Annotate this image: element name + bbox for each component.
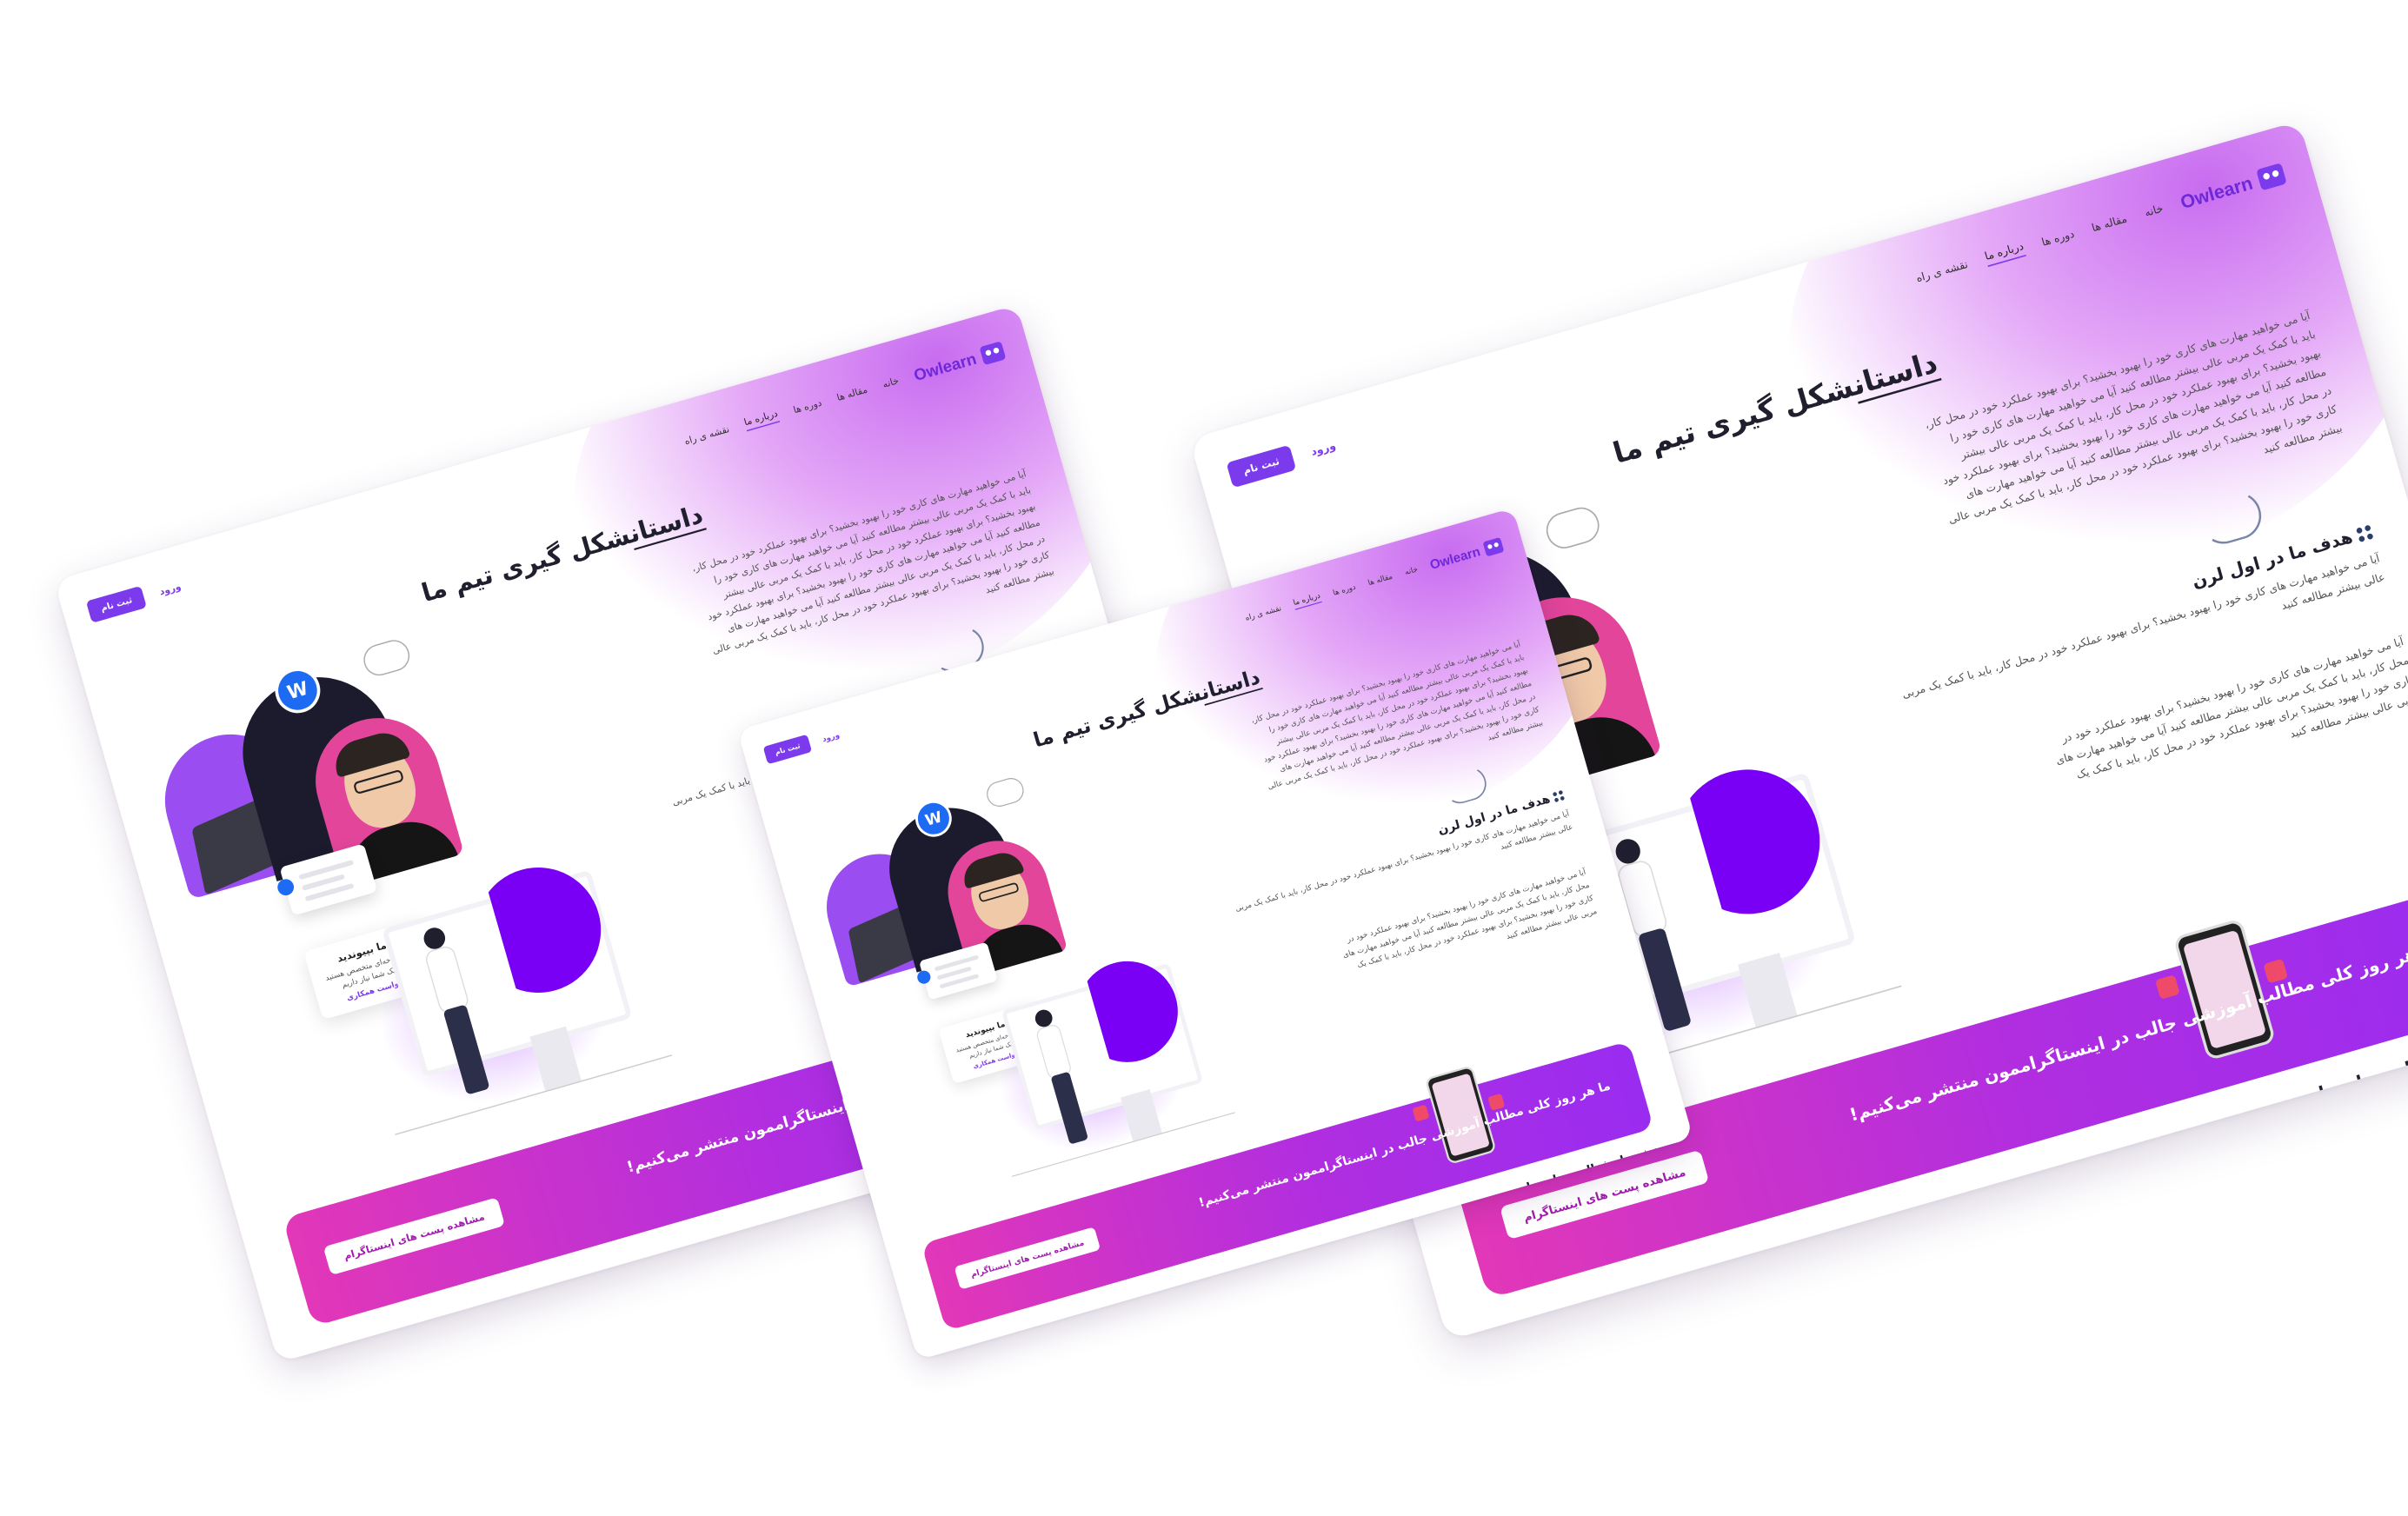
nav-roadmap[interactable]: نقشه ی راه: [1914, 257, 1969, 284]
banner-text: ما هر روز کلی مطالب آموزشی جالب در اینست…: [1847, 937, 2408, 1126]
mockup-stage: Owlearn خانه مقاله ها دوره ها درباره ما …: [0, 0, 2408, 1516]
owl-logo-icon: [1482, 536, 1505, 557]
logo-text: Owlearn: [911, 349, 979, 385]
dots-icon: [2355, 524, 2374, 542]
nav-about[interactable]: درباره ما: [1983, 239, 2026, 268]
nav-roadmap[interactable]: نقشه ی راه: [1244, 603, 1282, 622]
owl-logo-icon: [2256, 163, 2287, 191]
signup-button[interactable]: ثبت نام: [1226, 444, 1297, 489]
nav-home[interactable]: خانه: [881, 375, 901, 390]
dots-icon: [1552, 789, 1566, 803]
chat-line: [298, 859, 355, 881]
nav-courses[interactable]: دوره ها: [792, 397, 823, 416]
signup-button[interactable]: ثبت نام: [762, 734, 813, 765]
nav-courses[interactable]: دوره ها: [1332, 582, 1357, 597]
chat-line: [934, 954, 980, 972]
nav-roadmap[interactable]: نقشه ی راه: [683, 423, 731, 447]
heart-icon: [1412, 1104, 1430, 1122]
nav-home[interactable]: خانه: [1404, 564, 1419, 576]
logo-text: Owlearn: [1427, 542, 1482, 573]
nav-home[interactable]: خانه: [2143, 202, 2165, 219]
nav-about[interactable]: درباره ما: [1292, 590, 1322, 610]
cloud-doodle-icon: [360, 636, 414, 680]
instagram-posts-button[interactable]: مشاهده پست های اینستاگرام: [954, 1227, 1101, 1290]
login-link[interactable]: ورود: [158, 581, 183, 597]
logo-text: Owlearn: [2178, 171, 2255, 213]
nav-articles[interactable]: مقاله ها: [2090, 212, 2128, 235]
cloud-doodle-icon: [1541, 502, 1604, 553]
login-link[interactable]: ورود: [822, 730, 841, 744]
nav-articles[interactable]: مقاله ها: [1367, 572, 1394, 588]
owl-logo-icon: [979, 341, 1007, 366]
nav-courses[interactable]: دوره ها: [2040, 227, 2076, 249]
nav-articles[interactable]: مقاله ها: [835, 383, 868, 402]
heart-icon: [2155, 974, 2180, 1000]
login-link[interactable]: ورود: [1309, 439, 1337, 458]
cloud-doodle-icon: [983, 775, 1027, 810]
nav-about[interactable]: درباره ما: [742, 407, 781, 432]
instagram-posts-button[interactable]: مشاهده پست های اینستاگرام: [323, 1197, 506, 1276]
signup-button[interactable]: ثبت نام: [85, 585, 148, 623]
